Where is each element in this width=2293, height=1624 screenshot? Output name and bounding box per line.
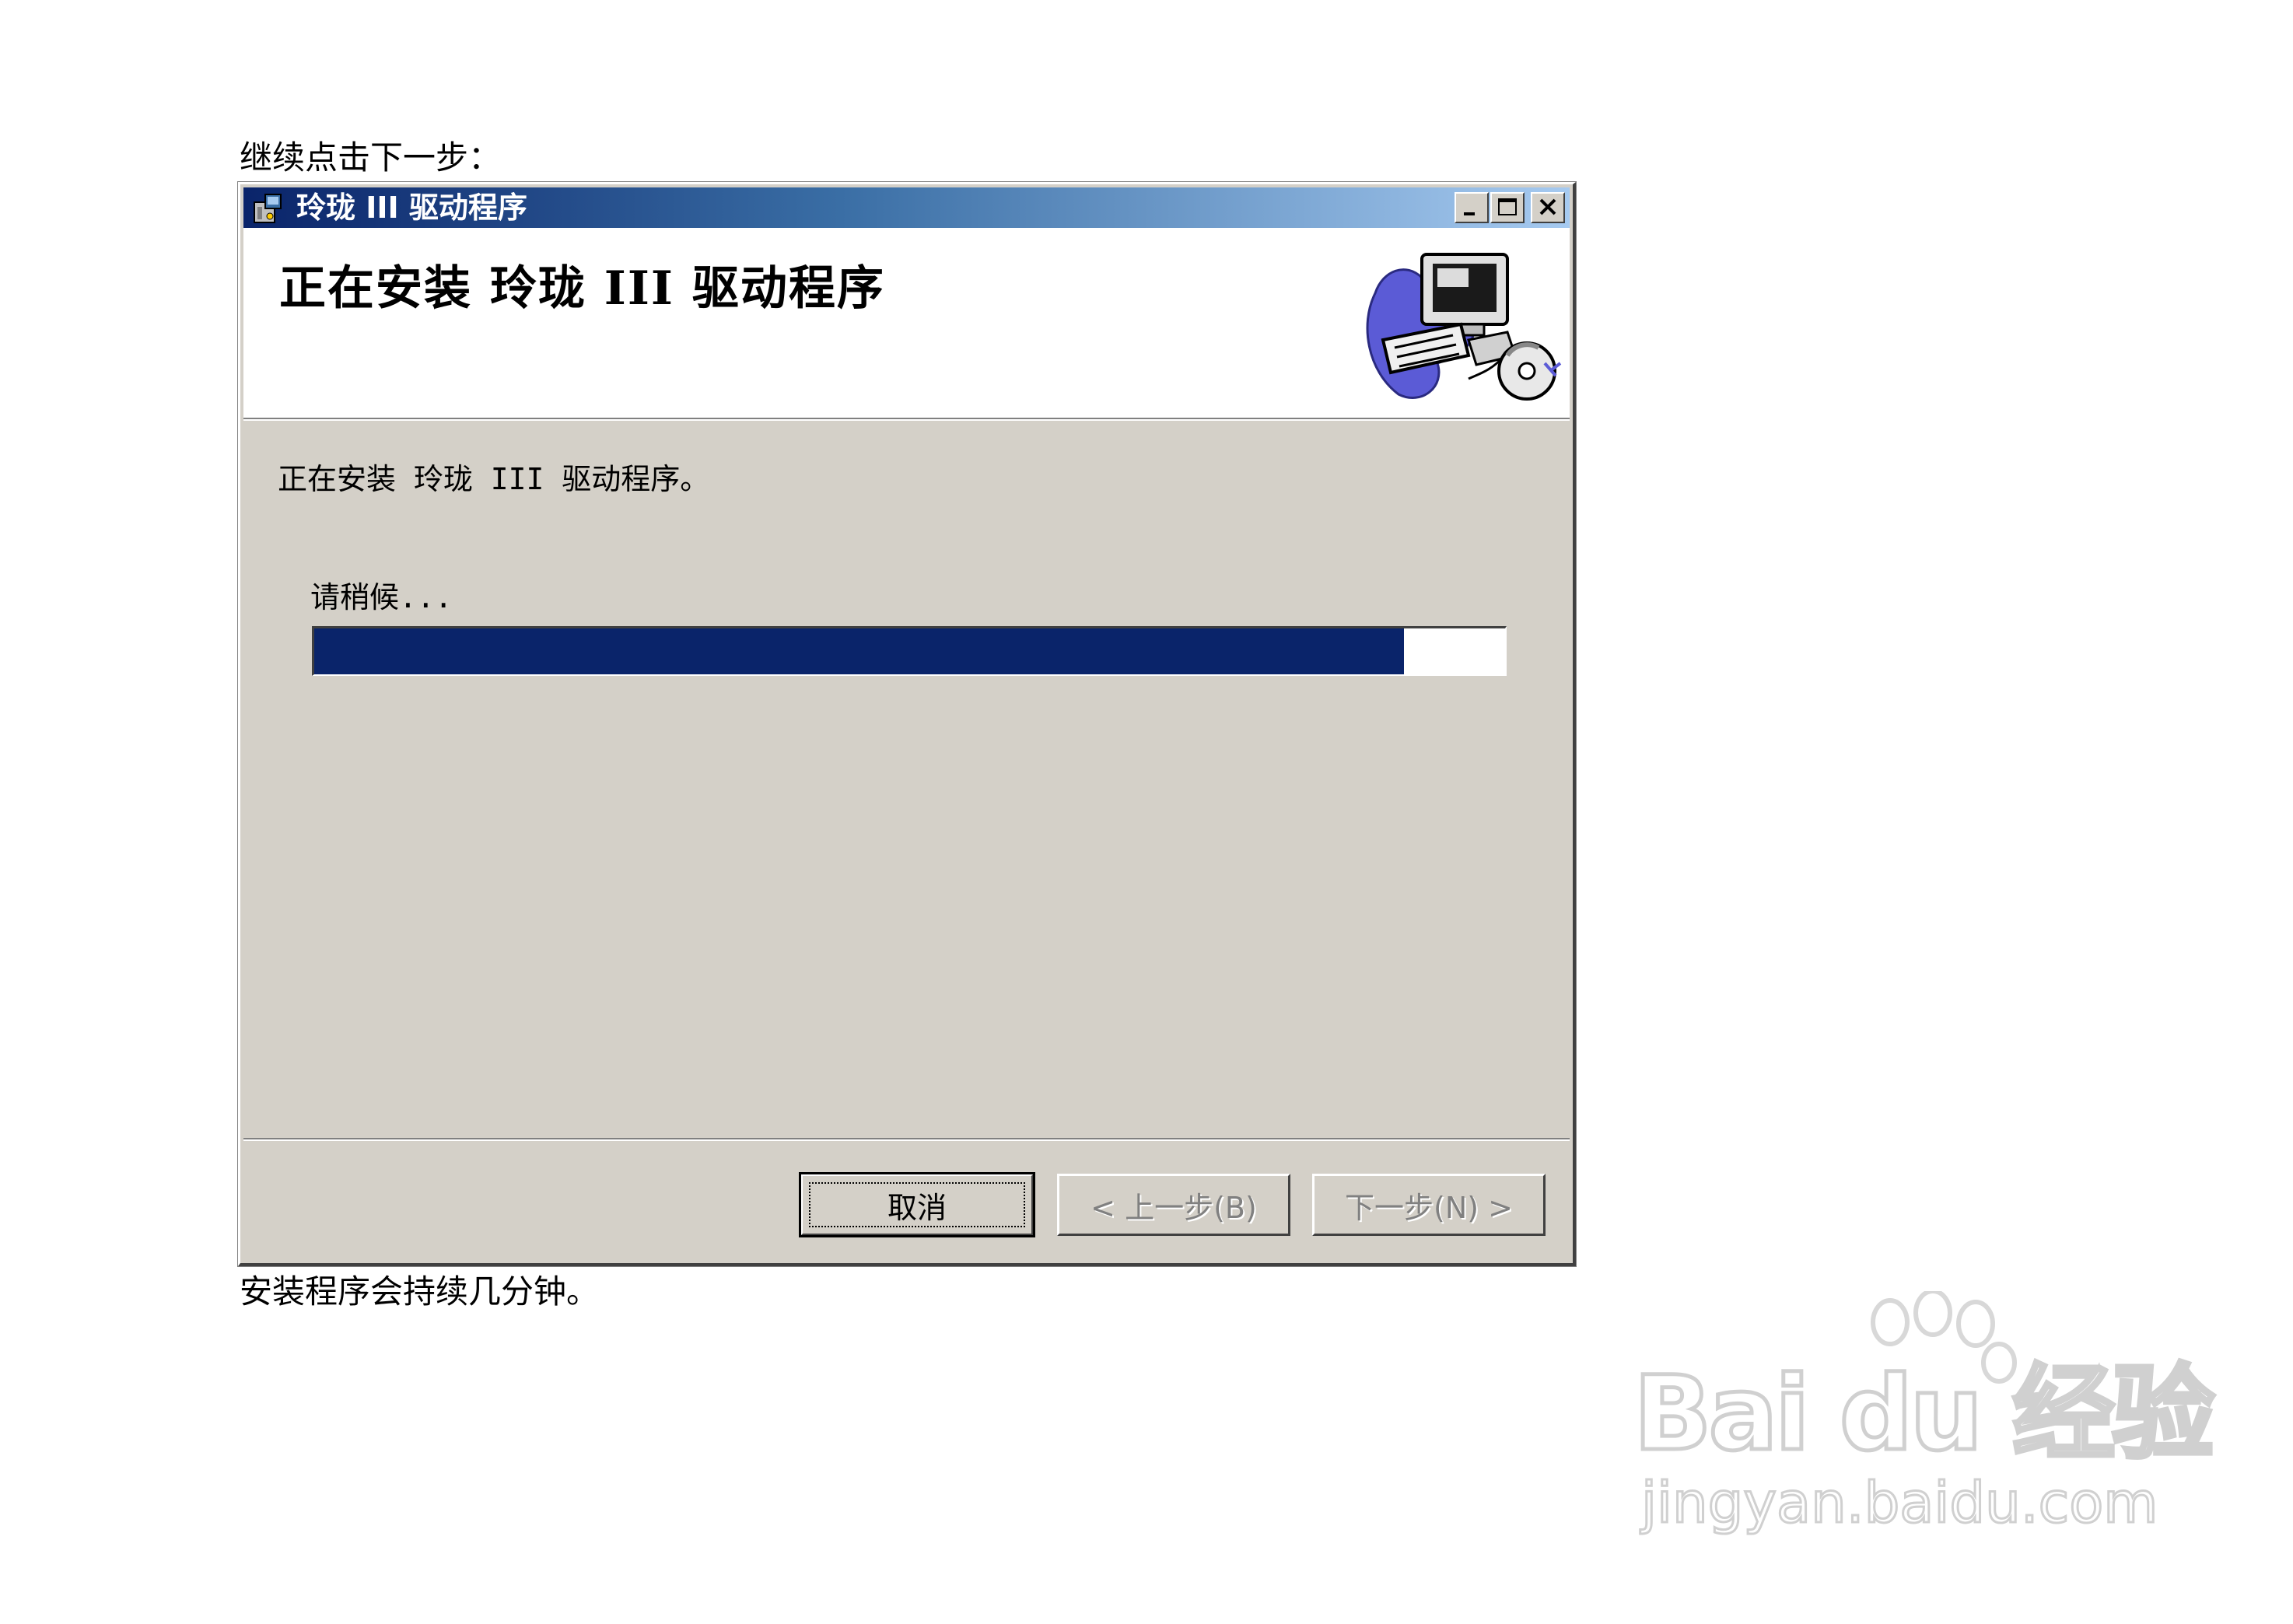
progress-fill bbox=[314, 628, 1404, 674]
back-button[interactable]: < 上一步(B) bbox=[1057, 1174, 1290, 1236]
document-intro-text: 继续点击下一步： bbox=[240, 138, 502, 177]
status-text: 正在安装 玲珑 III 驱动程序。 bbox=[278, 462, 710, 496]
next-button[interactable]: 下一步(N) > bbox=[1312, 1174, 1546, 1236]
close-button[interactable] bbox=[1531, 192, 1565, 223]
installer-icon bbox=[254, 194, 282, 223]
next-button-label: 下一步(N) > bbox=[1345, 1190, 1513, 1225]
focus-rectangle bbox=[809, 1182, 1025, 1227]
install-progress-bar bbox=[312, 626, 1507, 676]
computer-cd-illustration bbox=[1366, 253, 1562, 401]
window-title: 玲珑 III 驱动程序 bbox=[296, 191, 527, 225]
cancel-button[interactable]: 取消 bbox=[799, 1172, 1035, 1237]
maximize-icon bbox=[1498, 198, 1517, 215]
title-bar[interactable]: 玲珑 III 驱动程序 bbox=[243, 187, 1570, 228]
close-icon bbox=[1539, 198, 1556, 215]
banner-title: 正在安装 玲珑 III 驱动程序 bbox=[279, 261, 885, 316]
watermark-url: jingyan.baidu.com bbox=[1640, 1470, 2158, 1535]
wait-text: 请稍候... bbox=[310, 580, 453, 614]
minimize-button[interactable] bbox=[1455, 192, 1489, 223]
footer-separator bbox=[243, 1138, 1570, 1141]
header-banner: 正在安装 玲珑 III 驱动程序 bbox=[243, 228, 1570, 421]
baidu-logo-watermark: Bai du 经验 bbox=[1631, 1354, 2216, 1474]
back-button-label: < 上一步(B) bbox=[1090, 1190, 1257, 1225]
document-outro-text: 安装程序会持续几分钟。 bbox=[240, 1272, 600, 1311]
minimize-icon bbox=[1464, 212, 1475, 215]
maximize-button[interactable] bbox=[1490, 192, 1525, 223]
installer-window: 玲珑 III 驱动程序 正在安装 玲珑 III 驱动程序 正在安装 玲珑 III… bbox=[237, 181, 1577, 1267]
